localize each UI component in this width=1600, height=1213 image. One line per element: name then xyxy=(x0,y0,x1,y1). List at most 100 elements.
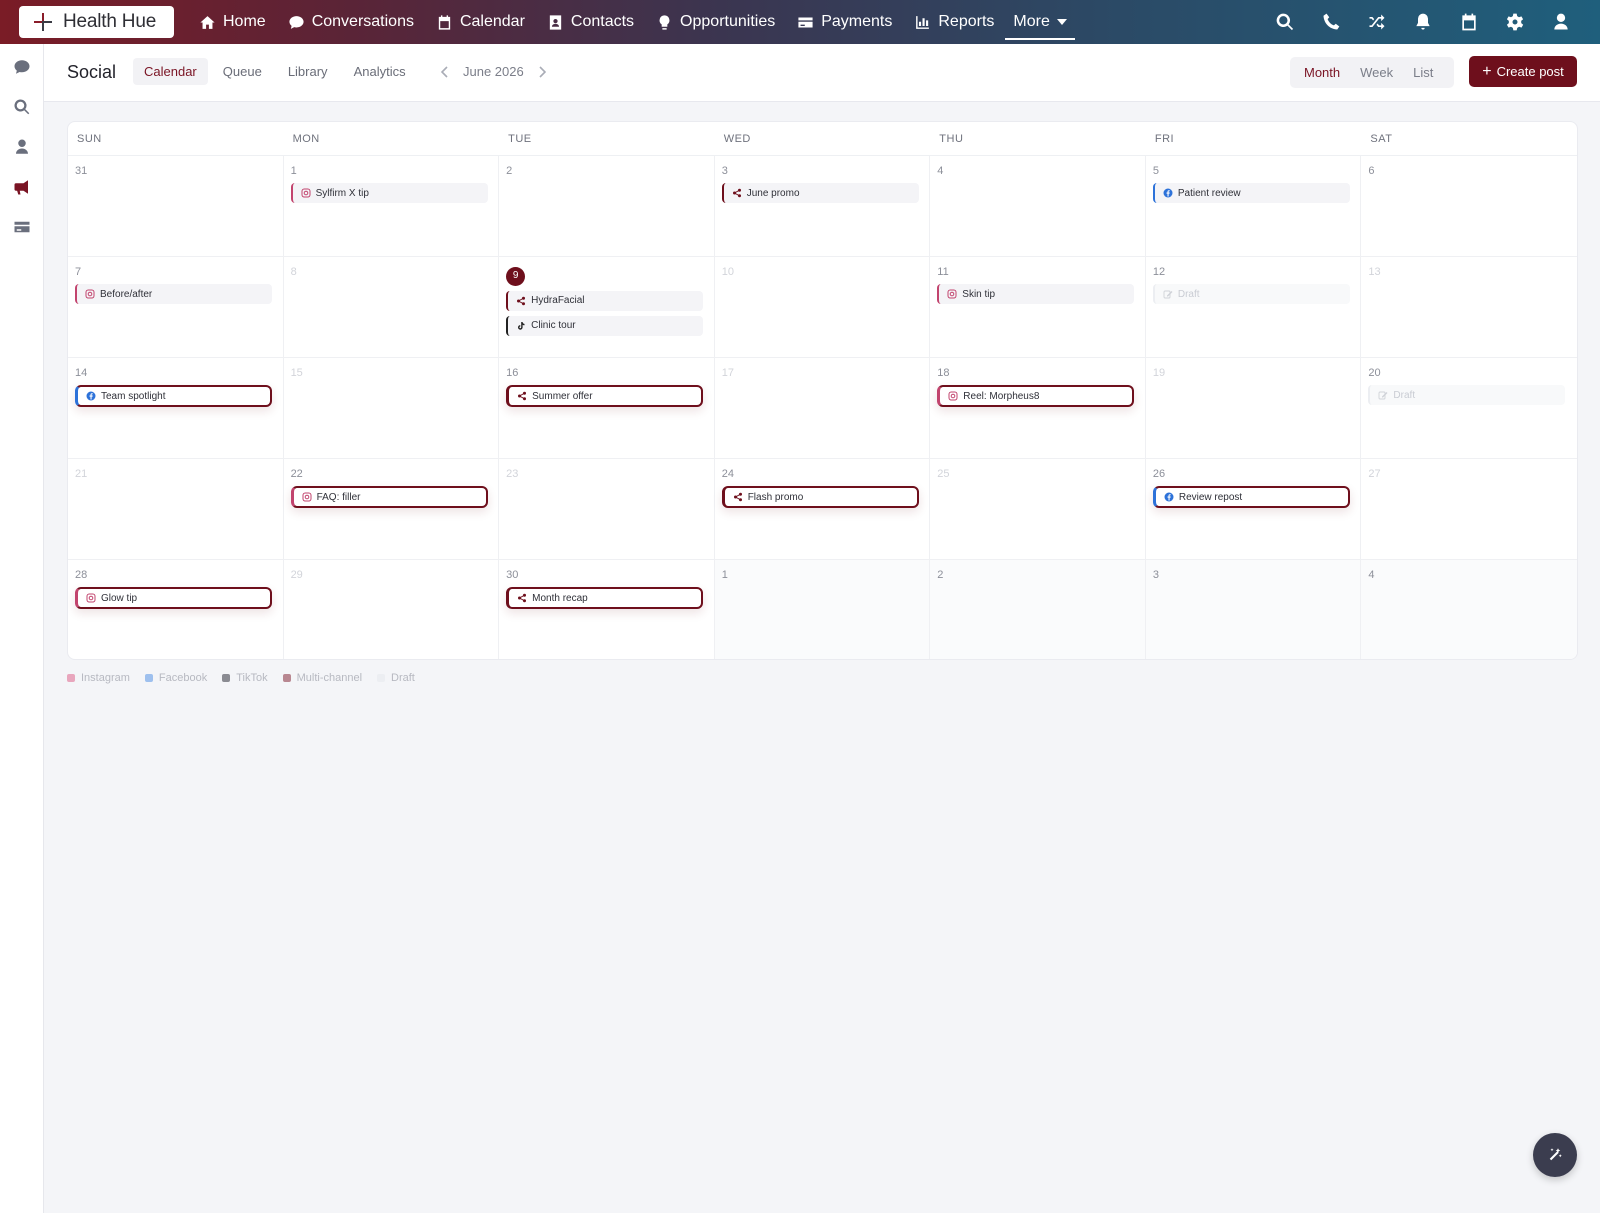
scheduled-post[interactable]: Flash promo xyxy=(721,486,919,508)
scheduled-post[interactable]: Before/after xyxy=(75,284,272,304)
legend-item: Instagram xyxy=(67,672,130,684)
rail-social[interactable] xyxy=(12,177,32,197)
tab-queue[interactable]: Queue xyxy=(212,58,273,85)
calendar-day-cell[interactable]: 29 xyxy=(284,560,500,659)
view-list-button[interactable]: List xyxy=(1403,60,1443,85)
draft-post[interactable]: Draft xyxy=(1152,284,1350,304)
search-button[interactable] xyxy=(1262,0,1308,44)
calendar-day-cell[interactable]: 7 Before/after xyxy=(68,257,284,358)
left-rail xyxy=(0,44,44,1213)
calendar-day-cell[interactable]: 9 HydraFacial Clinic tour xyxy=(499,257,715,358)
brand-logo[interactable]: Health Hue xyxy=(19,6,174,38)
create-post-button[interactable]: + Create post xyxy=(1469,56,1577,87)
scheduled-post[interactable]: Summer offer xyxy=(506,385,704,407)
calendar-day-cell[interactable]: 18 Reel: Morpheus8 xyxy=(930,358,1146,459)
instagram-icon xyxy=(301,188,311,198)
calendar-day-cell[interactable]: 30 Month recap xyxy=(499,560,715,659)
draft-post[interactable]: Draft xyxy=(1368,385,1566,405)
instagram-icon xyxy=(302,492,312,502)
rail-search[interactable] xyxy=(12,97,32,117)
calendar-day-cell[interactable]: 13 xyxy=(1361,257,1577,358)
calendar-day-cell[interactable]: 19 xyxy=(1145,358,1362,459)
calendar-day-cell[interactable]: 31 xyxy=(68,156,284,257)
calendar-day-cell[interactable]: 1 Sylfirm X tip xyxy=(283,156,500,257)
calendar-day-cell[interactable]: 4 xyxy=(930,156,1146,257)
nav-contacts[interactable]: Contacts xyxy=(536,0,645,44)
prev-month-button[interactable] xyxy=(438,58,452,85)
calendar-day-cell[interactable]: 11 Skin tip xyxy=(930,257,1146,358)
calendar-day-cell[interactable]: 16 Summer offer xyxy=(499,358,715,459)
calendar-day-cell[interactable]: 21 xyxy=(68,459,284,560)
calendar-day-cell[interactable]: 4 xyxy=(1361,560,1577,659)
calendar-day-cell[interactable]: 15 xyxy=(283,358,500,459)
scheduled-post[interactable]: FAQ: filler xyxy=(290,486,488,508)
tab-library[interactable]: Library xyxy=(277,58,339,85)
nav-more[interactable]: More xyxy=(1005,0,1076,44)
scheduled-post[interactable]: HydraFacial xyxy=(506,290,704,311)
post-label: Draft xyxy=(1177,288,1200,300)
automation-button[interactable] xyxy=(1354,0,1400,44)
calendar-day-cell[interactable]: 28 Glow tip xyxy=(68,560,284,659)
tab-analytics[interactable]: Analytics xyxy=(343,58,417,85)
brand-mark-icon xyxy=(34,13,52,31)
nav-home[interactable]: Home xyxy=(188,0,277,44)
legend-swatch xyxy=(222,674,231,682)
scheduled-post[interactable]: Sylfirm X tip xyxy=(290,183,488,203)
calendar-day-cell[interactable]: 6 xyxy=(1361,156,1577,257)
calendar-day-cell[interactable]: 17 xyxy=(714,358,931,459)
scheduled-post[interactable]: Clinic tour xyxy=(506,315,704,336)
calendar-button[interactable] xyxy=(1446,0,1492,44)
scheduled-post[interactable]: Review repost xyxy=(1152,486,1350,508)
view-week-button[interactable]: Week xyxy=(1350,60,1403,85)
scheduled-post[interactable]: Team spotlight xyxy=(75,385,272,407)
calendar-day-cell[interactable]: 23 xyxy=(499,459,715,560)
settings-button[interactable] xyxy=(1492,0,1538,44)
calendar-day-cell[interactable]: 25 xyxy=(930,459,1146,560)
notifications-button[interactable] xyxy=(1400,0,1446,44)
calendar-day-cell[interactable]: 3 xyxy=(1145,560,1362,659)
rail-contacts[interactable] xyxy=(12,137,32,157)
tab-calendar[interactable]: Calendar xyxy=(133,58,208,85)
calendar-day-cell[interactable]: 14 Team spotlight xyxy=(68,358,284,459)
calendar-day-cell[interactable]: 26 Review repost xyxy=(1145,459,1362,560)
scheduled-post[interactable]: Skin tip xyxy=(937,284,1135,304)
calendar-day-cell[interactable]: 2 xyxy=(930,560,1146,659)
nav-reports[interactable]: Reports xyxy=(903,0,1005,44)
calendar-day-cell[interactable]: 10 xyxy=(714,257,931,358)
calendar-day-cell[interactable]: 24 Flash promo xyxy=(714,459,931,560)
scheduled-post[interactable]: Reel: Morpheus8 xyxy=(937,385,1135,407)
month-calendar: SUN MON TUE WED THU FRI SAT 31 1 Sylfirm X tip 2 3… xyxy=(67,121,1578,660)
calendar-day-cell[interactable]: 20 Draft xyxy=(1361,358,1577,459)
nav-utility-icons xyxy=(1262,0,1584,44)
calendar-day-cell[interactable]: 5 Patient review xyxy=(1145,156,1362,257)
legend-item: Facebook xyxy=(144,672,207,684)
calendar-day-cell[interactable]: 22 FAQ: filler xyxy=(283,459,500,560)
ai-assist-button[interactable] xyxy=(1533,1133,1577,1177)
calendar-day-cell[interactable]: 3 June promo xyxy=(714,156,931,257)
scheduled-post[interactable]: Month recap xyxy=(506,587,704,609)
next-month-button[interactable] xyxy=(535,58,549,85)
scheduled-post[interactable]: Patient review xyxy=(1152,183,1350,203)
nav-opportunities[interactable]: Opportunities xyxy=(645,0,786,44)
caret-down-icon xyxy=(1056,19,1067,25)
calendar-day-cell[interactable]: 1 xyxy=(714,560,931,659)
nav-conversations[interactable]: Conversations xyxy=(277,0,425,44)
calendar-day-cell[interactable]: 27 xyxy=(1361,459,1577,560)
calendar-day-cell[interactable]: 8 xyxy=(283,257,500,358)
calendar-day-cell[interactable]: 2 xyxy=(499,156,715,257)
rail-payments[interactable] xyxy=(12,217,32,237)
nav-payments[interactable]: Payments xyxy=(786,0,903,44)
day-number: 25 xyxy=(937,468,950,480)
phone-icon xyxy=(1323,13,1340,30)
chevron-right-icon xyxy=(539,65,546,78)
profile-button[interactable] xyxy=(1538,0,1584,44)
rail-conversations[interactable] xyxy=(12,57,32,77)
share-icon xyxy=(518,593,527,603)
scheduled-post[interactable]: Glow tip xyxy=(75,587,272,609)
nav-calendar[interactable]: Calendar xyxy=(425,0,536,44)
calendar-day-cell[interactable]: 12 Draft xyxy=(1145,257,1362,358)
scheduled-post[interactable]: June promo xyxy=(721,183,919,203)
chat-icon xyxy=(14,60,30,74)
phone-button[interactable] xyxy=(1308,0,1354,44)
view-month-button[interactable]: Month xyxy=(1294,60,1350,85)
